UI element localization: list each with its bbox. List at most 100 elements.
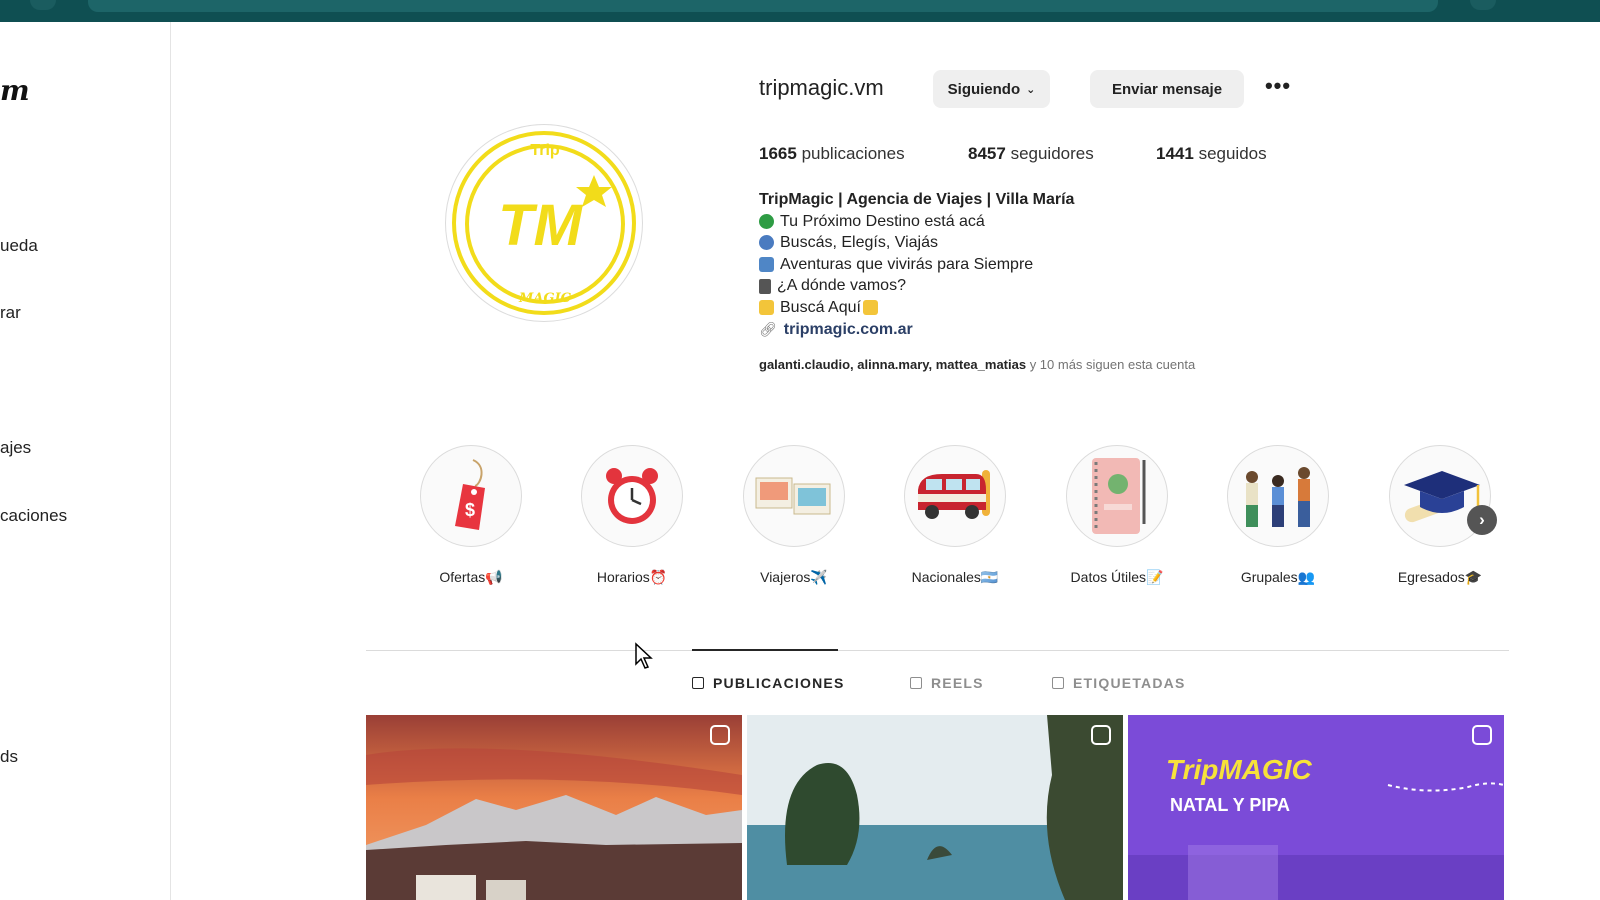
followed-by-rest: y 10 más siguen esta cuenta [1026, 357, 1196, 372]
sidebar-item-label: rar [0, 303, 21, 322]
posts-stat: 1665 publicaciones [759, 144, 905, 164]
avatar-top-text: Trip [530, 142, 560, 159]
following-button[interactable]: Siguiendo ⌄ [933, 70, 1050, 108]
post-thumbnail[interactable]: TripMAGIC NATAL Y PIPA [1128, 715, 1504, 900]
highlight-cover [904, 445, 1006, 547]
post-thumbnail[interactable] [366, 715, 742, 900]
bio-line-text: Aventuras que vivirás para Siempre [780, 255, 1034, 273]
sidebar-item-label: caciones [0, 506, 68, 525]
highlight-nacionales[interactable]: Nacionales🇦🇷 [903, 445, 1007, 586]
sidebar: m ueda rar ajes caciones ds [0, 22, 171, 900]
browser-toolbar [0, 0, 1600, 22]
grid-icon [692, 677, 704, 689]
browser-menu-button[interactable] [1470, 0, 1496, 10]
highlight-ofertas[interactable]: $ Ofertas📢 [419, 445, 523, 586]
reels-icon [910, 677, 922, 689]
following-count: 1441 [1156, 144, 1194, 163]
address-bar[interactable] [88, 0, 1438, 12]
mountain-sunset-image [366, 715, 742, 900]
posts-label: publicaciones [801, 144, 905, 163]
photos-icon [755, 477, 831, 515]
sidebar-item-label: ueda [0, 236, 38, 255]
highlight-cover [581, 445, 683, 547]
reel-badge-icon [1091, 725, 1111, 745]
more-options-icon[interactable]: ••• [1262, 75, 1294, 100]
tab-etiquetadas[interactable]: ETIQUETADAS [1052, 675, 1186, 691]
highlights-next-button[interactable]: › [1467, 505, 1497, 535]
bio-line: Aventuras que vivirás para Siempre [759, 254, 1074, 276]
highlight-label: Ofertas📢 [439, 569, 503, 585]
pointing-down-icon [862, 300, 878, 316]
send-message-button[interactable]: Enviar mensaje [1090, 70, 1244, 108]
bio-line-text: Tu Próximo Destino está acá [780, 212, 985, 230]
svg-text:$: $ [465, 500, 475, 520]
post-brand-text: TripMAGIC [1166, 754, 1312, 785]
bio-line: ¿A dónde vamos? [759, 275, 1074, 297]
bio-line-text: Buscá Aquí [780, 298, 861, 316]
tab-label: REELS [931, 675, 984, 691]
sea-rock-image [747, 715, 1123, 900]
bio-line: Buscá Aquí [759, 297, 1074, 319]
tab-label: PUBLICACIONES [713, 675, 845, 691]
avatar-mark: TM [498, 193, 583, 258]
airplane-icon [759, 257, 774, 273]
highlight-horarios[interactable]: Horarios⏰ [580, 445, 684, 586]
followers-count: 8457 [968, 144, 1006, 163]
bio-link[interactable]: tripmagic.com.ar [784, 319, 913, 341]
bio-line-text: ¿A dónde vamos? [777, 277, 906, 295]
highlight-datos-utiles[interactable]: Datos Útiles📝 [1065, 445, 1169, 586]
globe-icon [759, 213, 774, 229]
tab-reels[interactable]: REELS [910, 675, 984, 691]
send-message-label: Enviar mensaje [1111, 80, 1223, 98]
carousel-badge-icon [1472, 725, 1492, 745]
bio-line: Tu Próximo Destino está acá [759, 211, 1074, 233]
sidebar-item-threads[interactable]: ds [0, 747, 18, 767]
highlight-viajeros[interactable]: Viajeros✈️ [742, 445, 846, 586]
following-label: seguidos [1198, 144, 1267, 163]
price-tag-icon: $ [455, 459, 485, 530]
following-button-label: Siguiendo [947, 80, 1021, 98]
followed-by[interactable]: galanti.claudio, alinna.mary, mattea_mat… [759, 357, 1195, 372]
clipboard-icon [759, 278, 771, 294]
notebook-icon [1092, 458, 1146, 534]
active-tab-indicator [692, 649, 838, 651]
highlight-grupales[interactable]: Grupales👥 [1226, 445, 1330, 586]
highlight-label: Grupales👥 [1240, 569, 1316, 585]
tab-label: ETIQUETADAS [1073, 675, 1186, 691]
sidebar-item-explore[interactable]: rar [0, 303, 21, 323]
profile-username: tripmagic.vm [759, 75, 884, 100]
profile-avatar[interactable]: Trip TM MAGIC [445, 124, 643, 322]
reel-badge-icon [710, 725, 730, 745]
sidebar-item-messages[interactable]: ajes [0, 438, 31, 458]
post-thumbnail[interactable] [747, 715, 1123, 900]
highlight-label: Horarios⏰ [596, 569, 668, 585]
followed-by-names[interactable]: galanti.claudio, alinna.mary, mattea_mat… [759, 357, 1026, 372]
following-stat[interactable]: 1441 seguidos [1156, 144, 1267, 164]
posts-count: 1665 [759, 144, 797, 163]
highlight-cover [1227, 445, 1329, 547]
sidebar-item-search[interactable]: ueda [0, 236, 38, 256]
post-title-text: NATAL Y PIPA [1170, 795, 1290, 815]
pointing-down-icon [759, 300, 774, 316]
natal-pipa-promo-image: TripMAGIC NATAL Y PIPA [1128, 715, 1504, 900]
tabs-divider [366, 650, 1509, 651]
back-button[interactable] [30, 0, 56, 10]
followers-stat[interactable]: 8457 seguidores [968, 144, 1094, 164]
highlight-cover [743, 445, 845, 547]
sidebar-item-label: ajes [0, 438, 32, 457]
tripmagic-logo-icon: Trip TM MAGIC [465, 142, 625, 306]
tagged-icon [1052, 677, 1064, 689]
profile-bio: TripMagic | Agencia de Viajes | Villa Ma… [759, 189, 1074, 340]
bio-line-text: Buscás, Elegís, Viajás [780, 234, 939, 252]
sidebar-item-notifications[interactable]: caciones [0, 506, 67, 526]
group-icon [1246, 467, 1310, 527]
instagram-logo[interactable]: m [0, 74, 30, 107]
bio-line: Buscás, Elegís, Viajás [759, 232, 1074, 254]
highlight-label: Nacionales🇦🇷 [911, 569, 999, 585]
tab-publicaciones[interactable]: PUBLICACIONES [692, 675, 845, 691]
link-icon: 🔗︎ [759, 320, 777, 337]
highlight-label: Egresados🎓 [1397, 569, 1483, 585]
bio-link-row: 🔗︎ tripmagic.com.ar [759, 319, 1074, 341]
magnifier-icon [759, 235, 774, 251]
van-icon [918, 470, 990, 519]
